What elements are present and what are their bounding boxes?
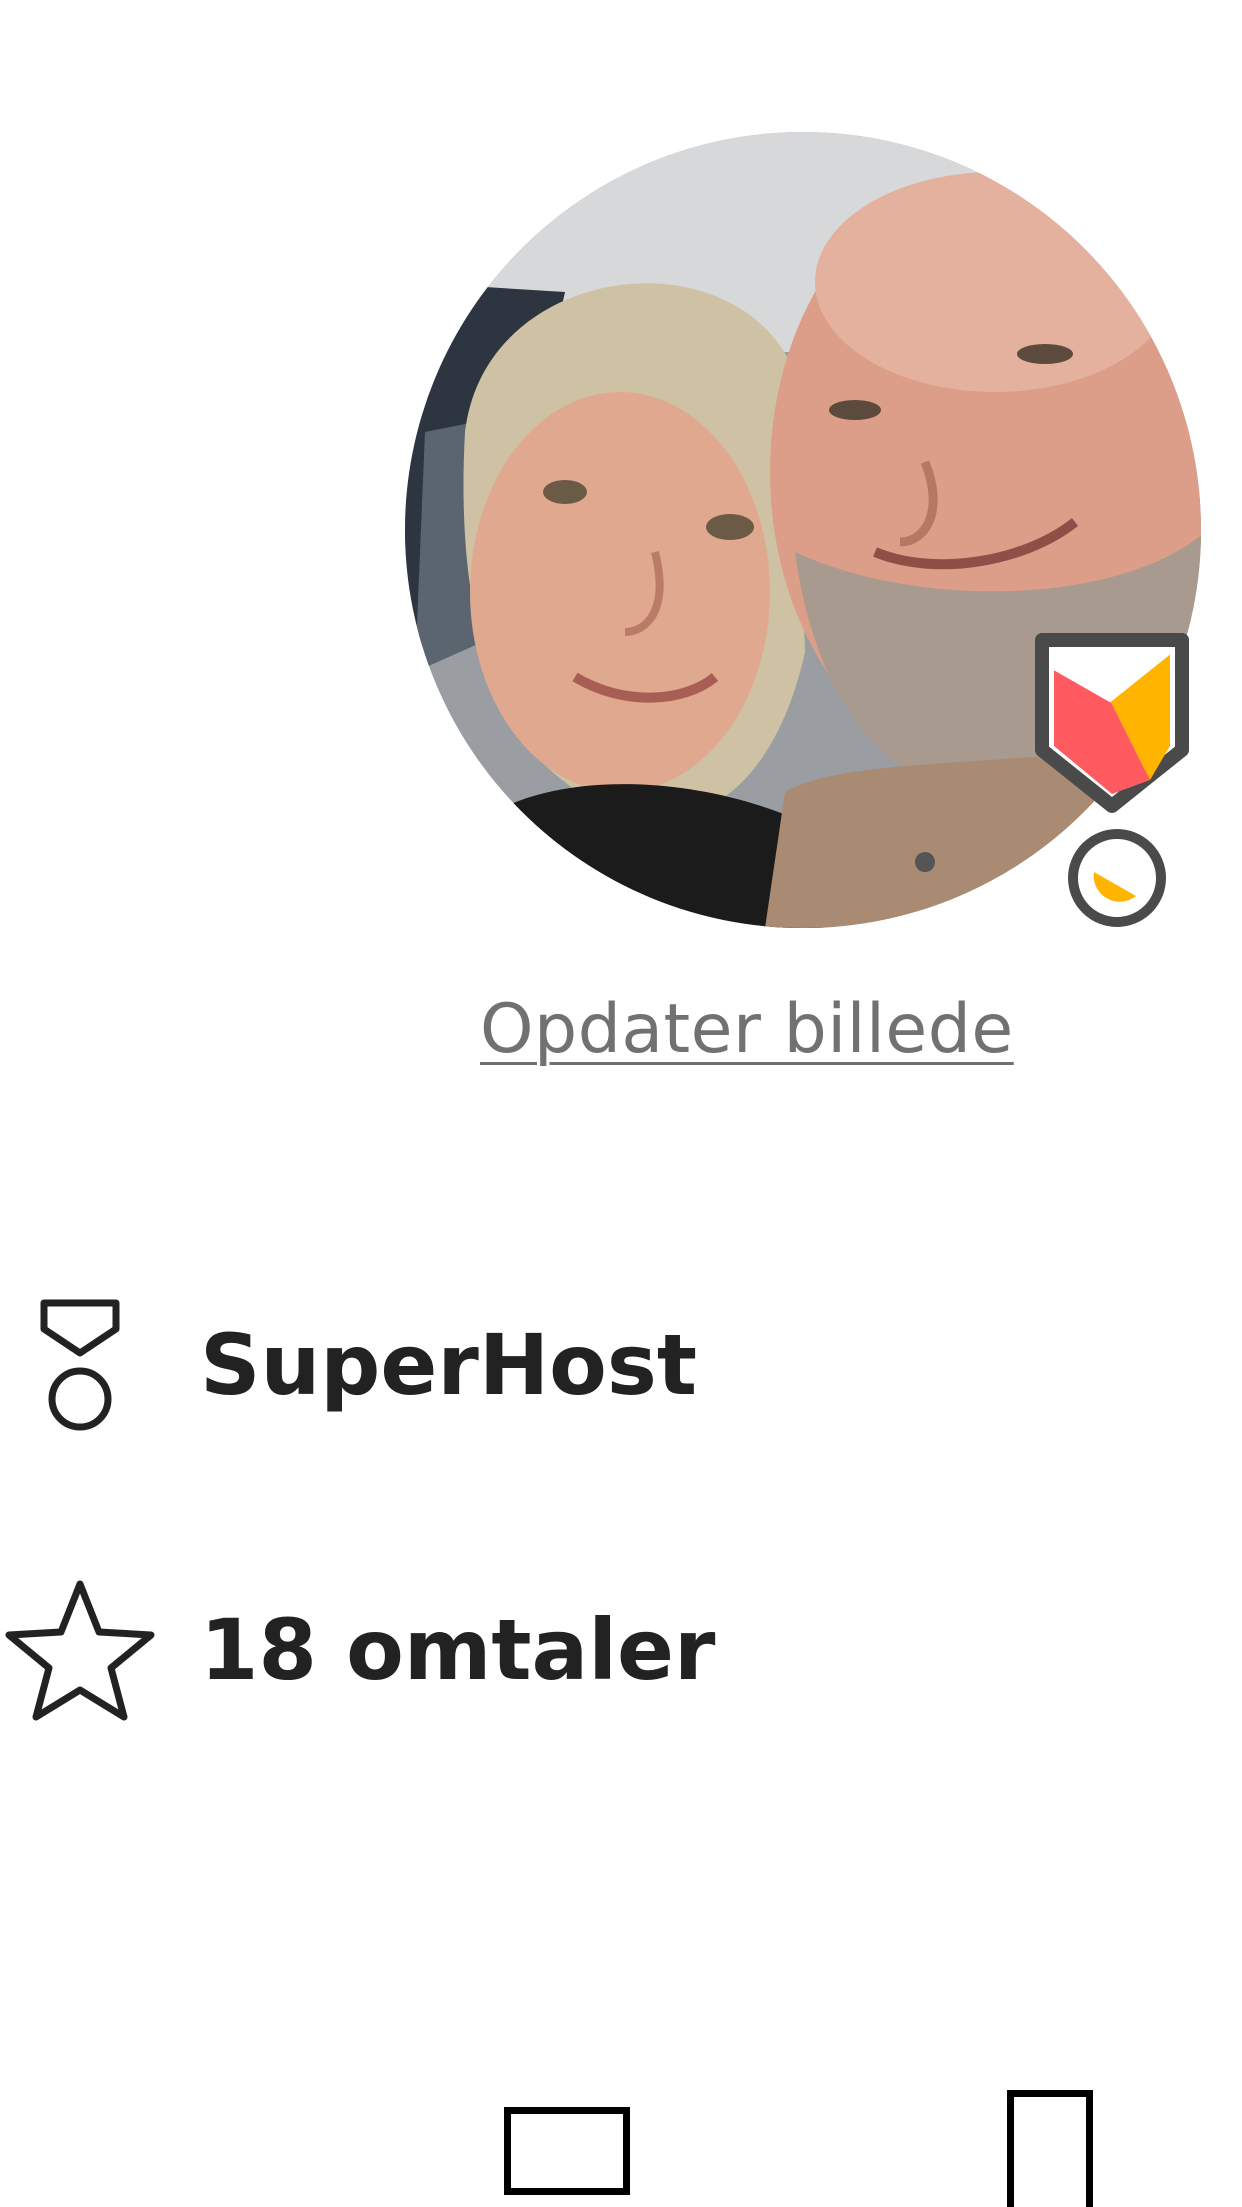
square-icon[interactable] (504, 2107, 630, 2195)
reviews-row[interactable]: 18 omtaler (0, 1575, 715, 1725)
rectangle-icon[interactable] (1007, 2090, 1093, 2207)
update-photo-link[interactable]: Opdater billede (480, 990, 1014, 1069)
superhost-badge-icon (1024, 628, 1200, 928)
star-icon (0, 1575, 160, 1725)
reviews-count-label: 18 omtaler (200, 1601, 716, 1699)
medal-icon (0, 1290, 160, 1440)
superhost-row: SuperHost (0, 1290, 697, 1440)
superhost-label: SuperHost (200, 1316, 697, 1414)
